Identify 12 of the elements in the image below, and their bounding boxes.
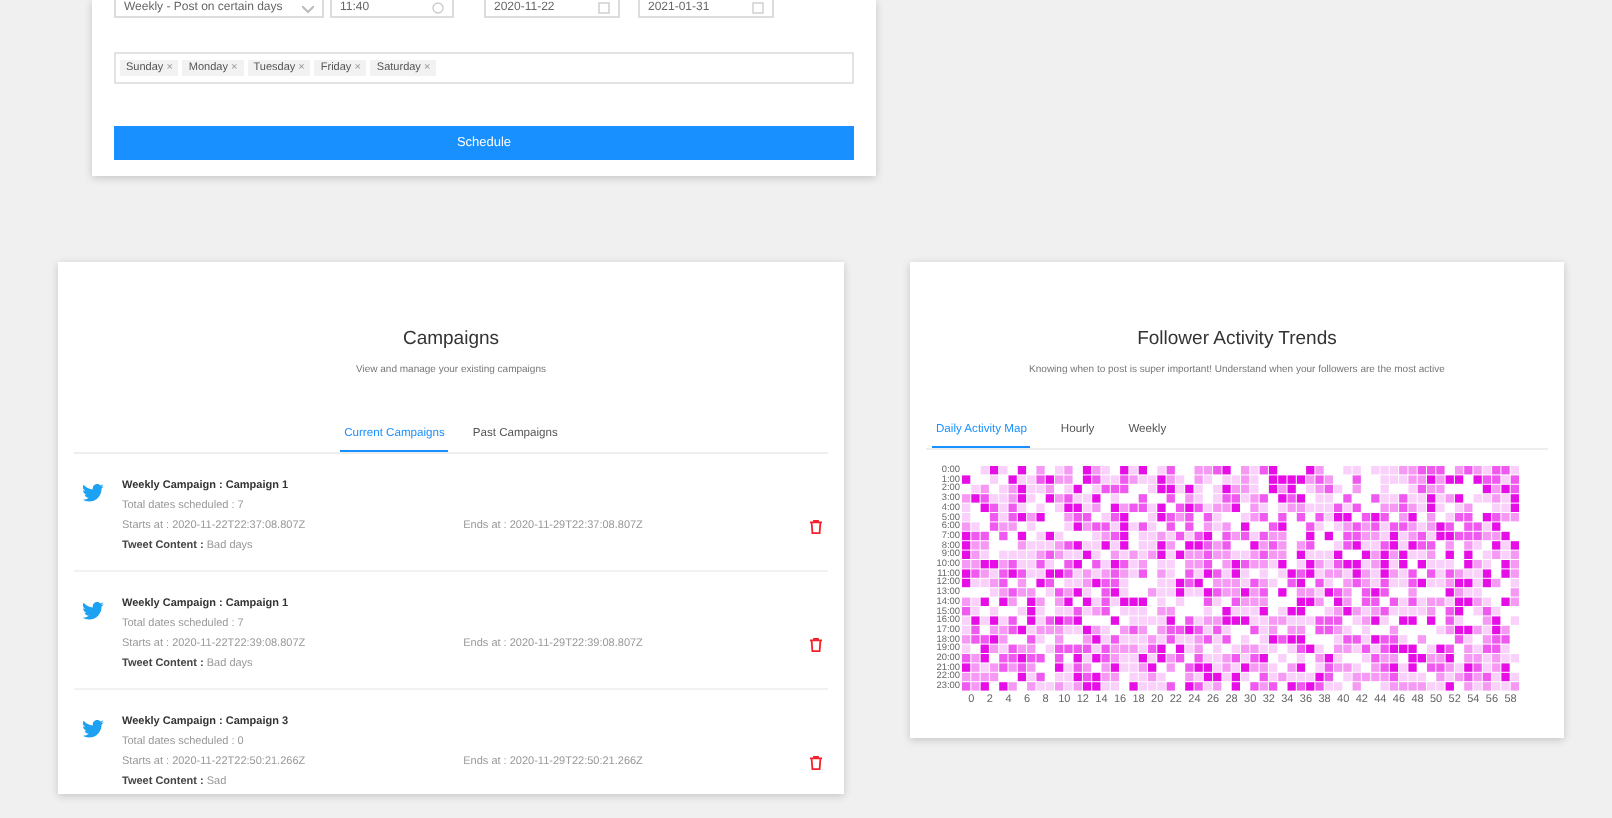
delete-icon[interactable] [810,519,822,533]
caret-icon [302,6,314,14]
delete-icon[interactable] [810,637,822,651]
calendar-icon [598,2,610,14]
bird-icon [82,720,104,738]
card-title: Campaigns [400,328,502,350]
bird-icon [82,602,104,620]
delete-icon[interactable] [810,755,822,769]
bird-icon [82,484,104,502]
calendar-icon [752,2,764,14]
clock-icon [432,2,444,14]
card-title: Follower Activity Trends [1135,328,1339,350]
